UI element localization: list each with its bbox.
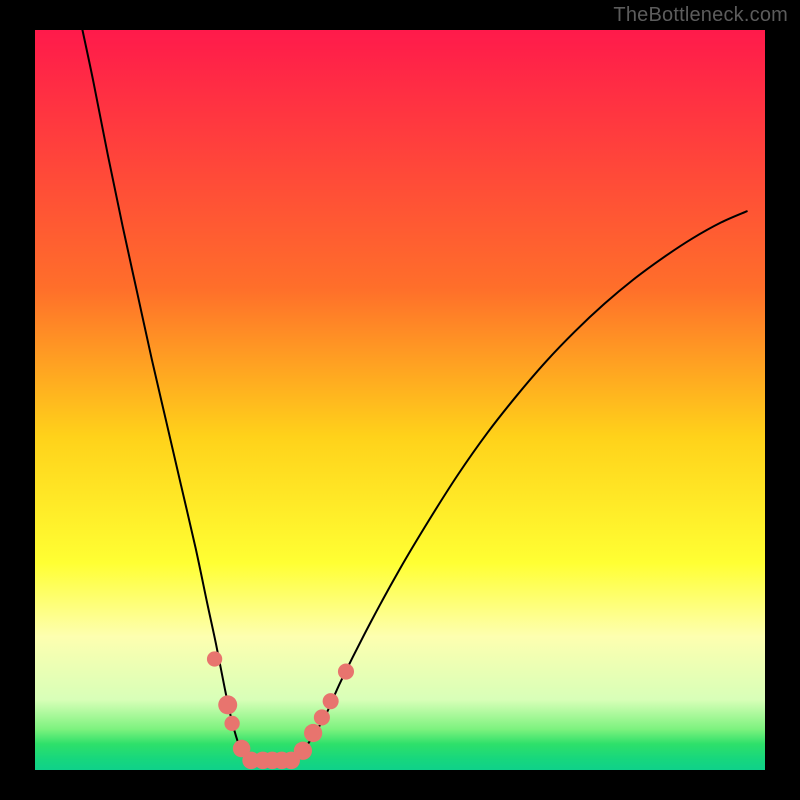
data-marker [207,651,222,666]
chart-frame: TheBottleneck.com [0,0,800,800]
data-marker [323,693,339,709]
bottleneck-chart [0,0,800,800]
data-marker [314,709,330,725]
data-marker [304,724,322,742]
data-marker [224,716,239,731]
gradient-background [35,30,765,770]
data-marker [294,742,312,760]
watermark-text: TheBottleneck.com [613,4,788,27]
data-marker [338,664,354,680]
data-marker [218,695,237,714]
